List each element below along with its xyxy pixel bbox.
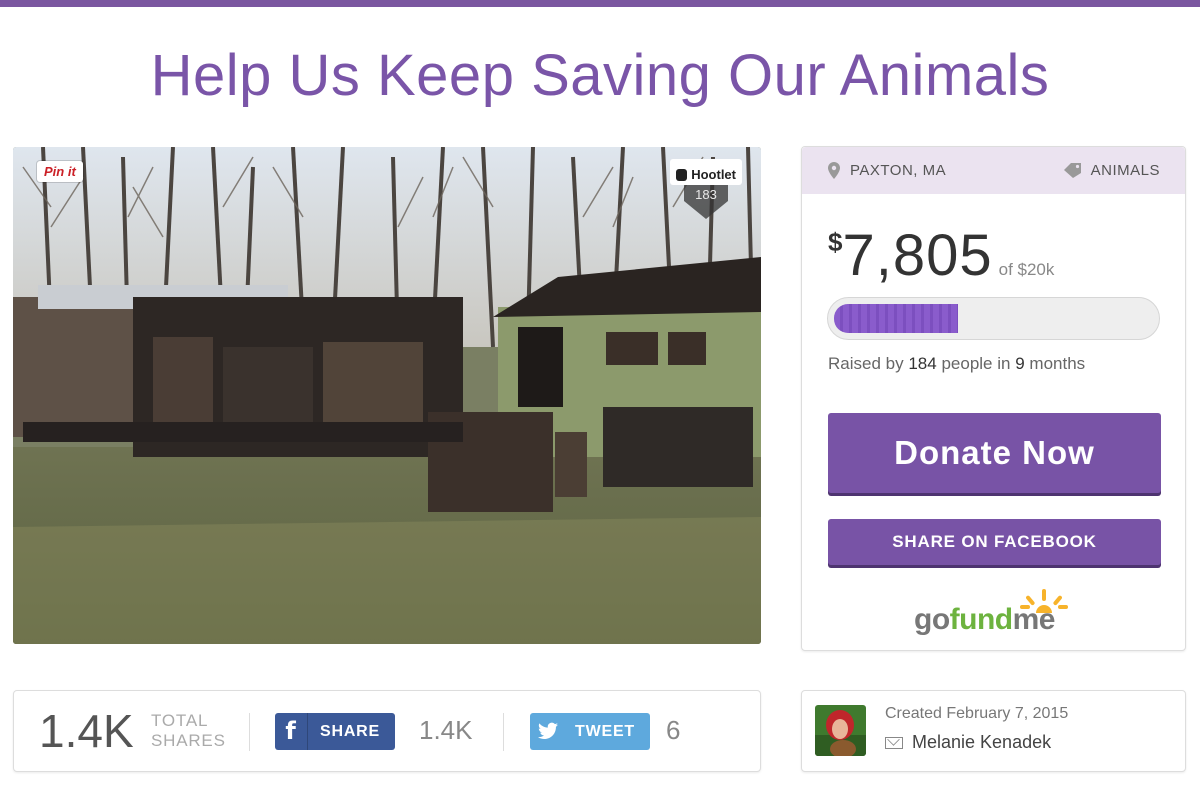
goal-text: of $20k — [998, 260, 1055, 279]
raised-middle: people in — [941, 354, 1011, 373]
location[interactable]: PAXTON, MA — [828, 162, 946, 179]
donor-count: 184 — [908, 354, 937, 373]
gofundme-wordmark: gofundme — [914, 603, 1055, 637]
logo-go: go — [914, 603, 950, 636]
gofundme-logo[interactable]: gofundme — [914, 587, 1074, 637]
hootlet-count: 183 — [695, 187, 717, 202]
raised-prefix: Raised by — [828, 354, 904, 373]
facebook-share-count: 1.4K — [419, 715, 473, 745]
hootlet-label-box: Hootlet — [670, 159, 742, 185]
share-on-facebook-button[interactable]: SHARE ON FACEBOOK — [828, 519, 1161, 565]
top-accent-bar — [0, 0, 1200, 7]
progress-bar — [827, 297, 1160, 340]
total-shares-count: 1.4K — [39, 705, 134, 757]
divider — [249, 713, 250, 751]
divider — [503, 713, 504, 751]
duration-unit: months — [1029, 354, 1086, 373]
total-shares-label: TOTAL SHARES — [151, 711, 226, 751]
donate-now-button[interactable]: Donate Now — [828, 413, 1161, 493]
tweet-label: TWEET — [575, 723, 635, 740]
raised-amount: 7,805 — [842, 223, 993, 288]
mail-icon — [885, 736, 903, 749]
raised-summary: Raised by 184 people in 9 months — [828, 354, 1085, 374]
campaign-title: Help Us Keep Saving Our Animals — [150, 43, 1050, 108]
category[interactable]: ANIMALS — [1063, 162, 1160, 179]
donation-card: PAXTON, MA ANIMALS $ 7,805 of $20k Raise… — [801, 146, 1186, 651]
owl-icon — [676, 168, 688, 181]
avatar-image — [815, 705, 866, 756]
creator-name: Melanie Kenadek — [912, 732, 1052, 752]
total-shares-label-line2: SHARES — [151, 731, 226, 750]
shares-bar: 1.4K TOTAL SHARES f SHARE 1.4K TWEET 6 — [13, 690, 761, 772]
tag-icon — [1063, 163, 1081, 178]
created-date: Created February 7, 2015 — [885, 705, 1069, 722]
twitter-bird-icon — [538, 722, 558, 739]
card-header: PAXTON, MA ANIMALS — [802, 147, 1185, 194]
progress-bar-fill — [834, 304, 958, 333]
avatar[interactable] — [815, 705, 866, 756]
facebook-f-icon: f — [275, 713, 308, 750]
creator-card: Created February 7, 2015 Melanie Kenadek — [801, 690, 1186, 772]
hootlet-button[interactable]: Hootlet 183 — [670, 159, 742, 219]
campaign-photo-image — [13, 147, 761, 644]
pin-it-button[interactable]: Pin it — [37, 161, 83, 182]
campaign-photo[interactable]: Pin it Hootlet 183 — [13, 147, 761, 644]
amount-raised: $ 7,805 of $20k — [828, 222, 1054, 289]
hootlet-count-badge: 183 — [684, 185, 728, 219]
map-pin-icon — [828, 162, 840, 179]
hootlet-label: Hootlet — [691, 167, 736, 182]
tweet-button[interactable]: TWEET — [530, 713, 650, 750]
location-text: PAXTON, MA — [850, 162, 947, 179]
logo-fund: fund — [949, 603, 1013, 636]
facebook-share-button[interactable]: f SHARE — [275, 713, 395, 750]
facebook-share-label: SHARE — [320, 723, 381, 740]
tweet-count: 6 — [666, 715, 681, 745]
category-text: ANIMALS — [1090, 162, 1160, 179]
currency-symbol: $ — [828, 227, 843, 257]
creator-contact[interactable]: Melanie Kenadek — [885, 732, 1051, 753]
total-shares-label-line1: TOTAL — [151, 711, 209, 730]
duration-count: 9 — [1015, 354, 1025, 373]
logo-me: me — [1012, 603, 1056, 636]
